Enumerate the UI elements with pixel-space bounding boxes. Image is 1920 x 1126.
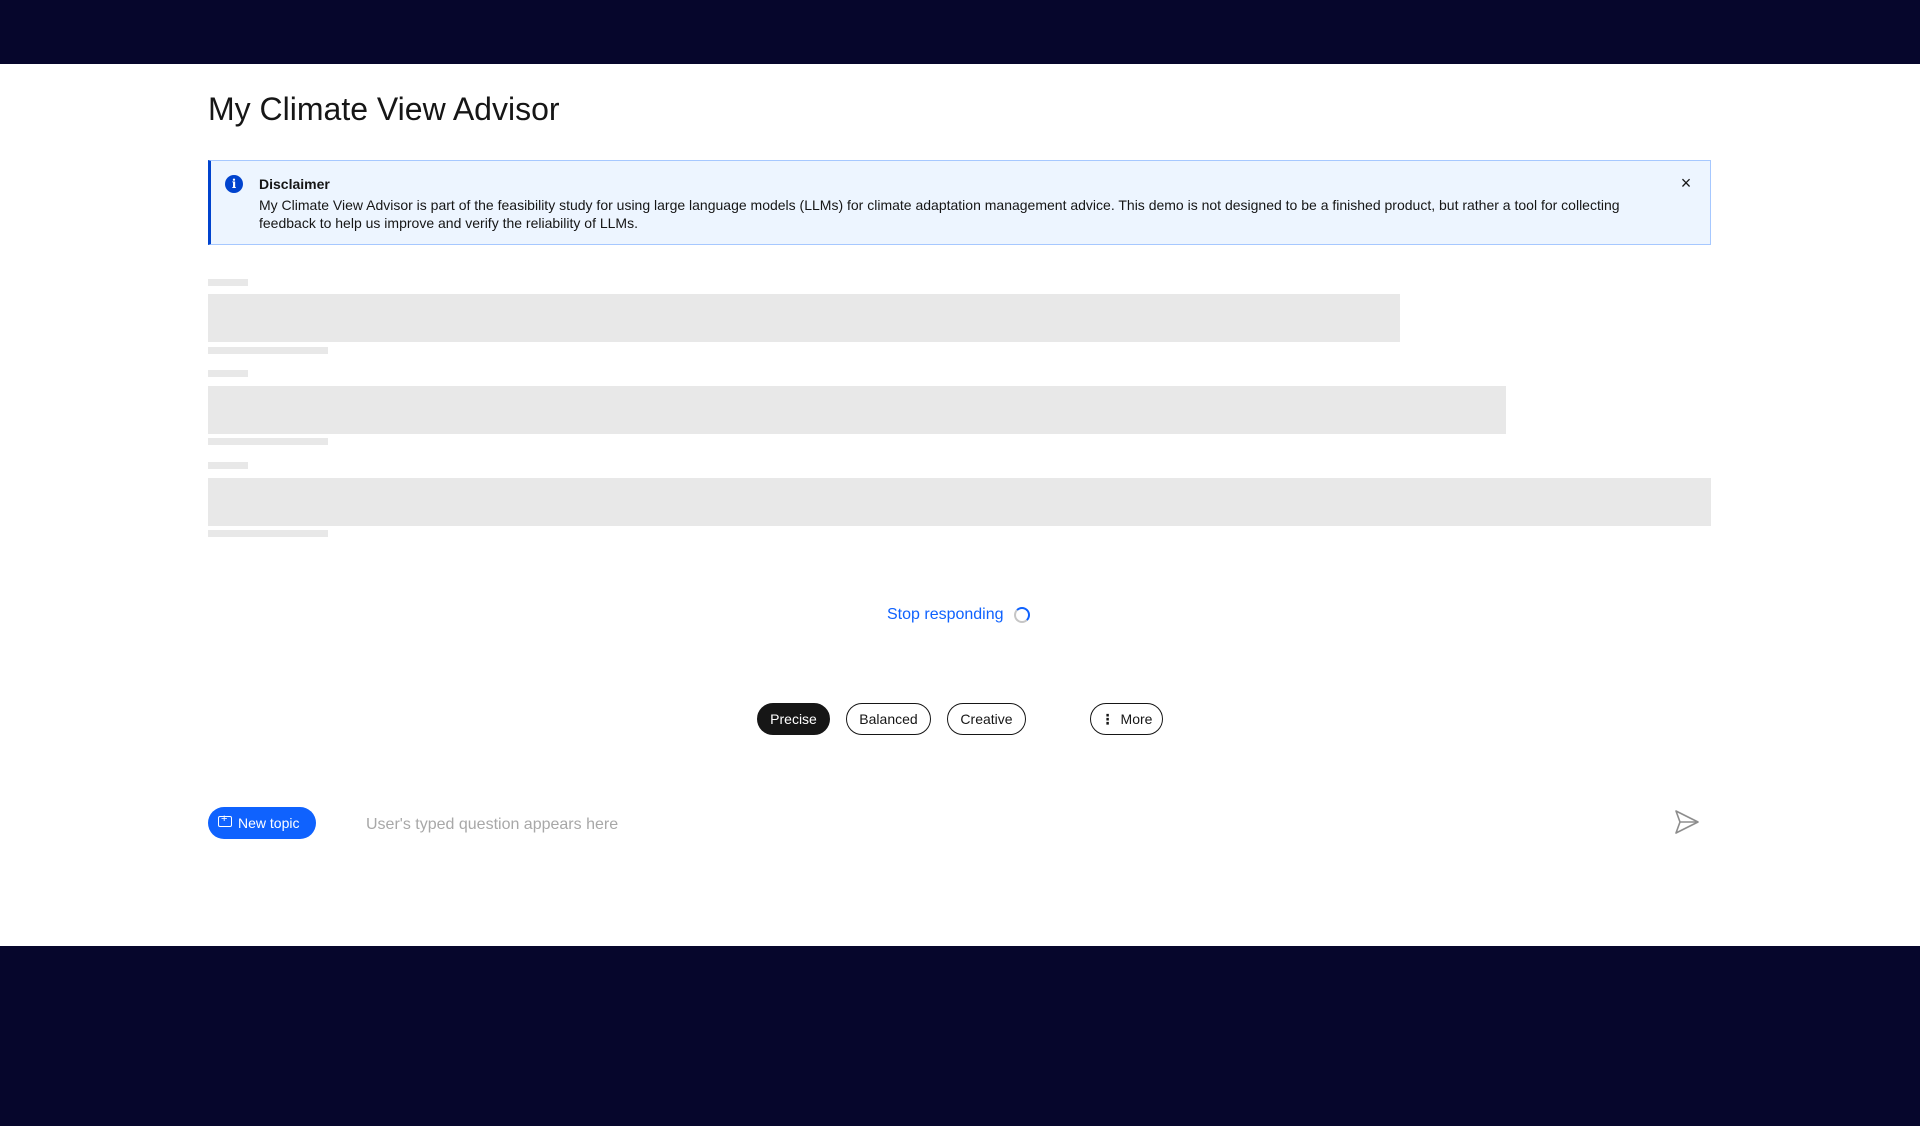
stop-responding[interactable]: Stop responding (887, 603, 1030, 627)
skeleton-label (208, 279, 248, 286)
skeleton-label (208, 370, 248, 377)
new-chat-icon (218, 812, 232, 827)
loading-spinner-icon (1013, 607, 1030, 623)
new-topic-button[interactable]: New topic (208, 807, 316, 839)
disclaimer-body: My Climate View Advisor is part of the f… (259, 197, 1620, 231)
more-button[interactable]: ⋮ More (1090, 703, 1163, 735)
send-icon[interactable] (1673, 808, 1701, 836)
bottom-band (0, 946, 1920, 1126)
mode-creative-button[interactable]: Creative (947, 703, 1026, 735)
overflow-menu-icon: ⋮ (1100, 711, 1115, 727)
stop-responding-button[interactable]: Stop responding (887, 606, 1004, 624)
mode-precise-button[interactable]: Precise (757, 703, 830, 735)
info-icon: i (225, 175, 243, 193)
skeleton-block (208, 294, 1400, 342)
skeleton-footer (208, 438, 328, 445)
new-topic-label: New topic (238, 815, 300, 831)
main-content: My Climate View Advisor i Disclaimer My … (0, 64, 1920, 946)
skeleton-block (208, 386, 1506, 434)
more-label: More (1120, 711, 1153, 727)
close-icon[interactable]: × (1676, 173, 1696, 193)
disclaimer-notification: i Disclaimer My Climate View Advisor is … (208, 160, 1711, 245)
top-band (0, 0, 1920, 64)
skeleton-footer (208, 347, 328, 354)
skeleton-label (208, 462, 248, 469)
skeleton-footer (208, 530, 328, 537)
page-title: My Climate View Advisor (208, 91, 560, 127)
disclaimer-title: Disclaimer (259, 176, 330, 192)
question-input[interactable] (364, 808, 1658, 842)
mode-balanced-button[interactable]: Balanced (846, 703, 931, 735)
skeleton-block (208, 478, 1711, 526)
